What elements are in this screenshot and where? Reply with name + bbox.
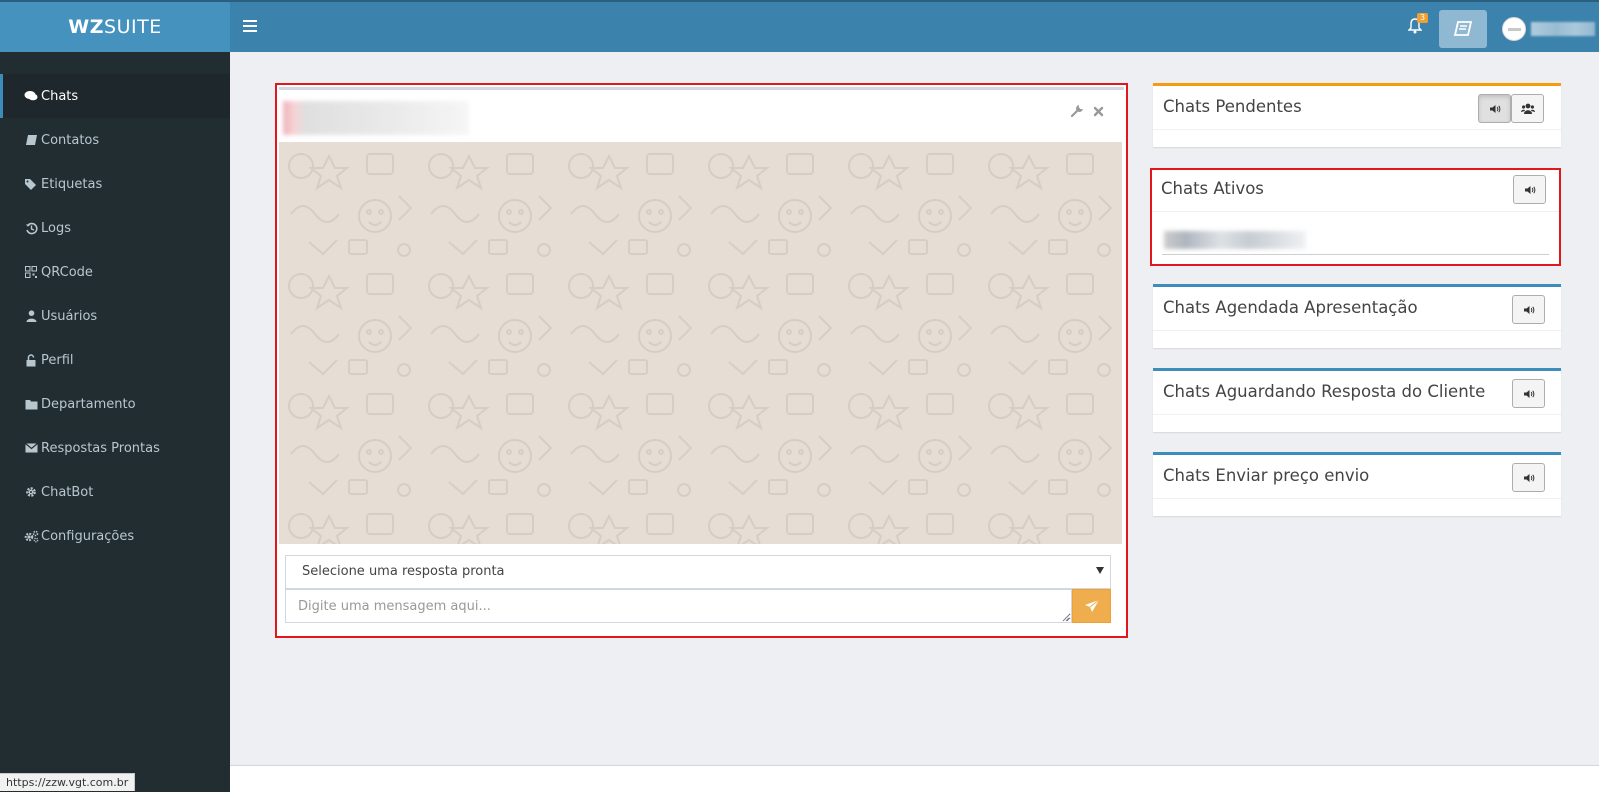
panel-chats-pendentes: Chats Pendentes [1153,83,1561,147]
book-icon [1453,21,1473,36]
panel-title: Chats Pendentes [1163,97,1302,116]
sidebar-item-label: ChatBot [41,484,94,500]
logo-bold: WZ [68,16,105,38]
sidebar-item-etiquetas[interactable]: Etiquetas [0,162,230,206]
sidebar-item-logs[interactable]: Logs [0,206,230,250]
sidebar-item-qrcode[interactable]: QRCode [0,250,230,294]
sidebar-item-label: Respostas Prontas [41,440,160,456]
sidebar-item-label: Chats [41,88,79,104]
page-footer [230,765,1599,792]
folder-icon [21,399,41,410]
quick-reply-select[interactable]: Selecione uma resposta pronta [285,555,1111,589]
menu-toggle-icon[interactable] [243,18,257,34]
active-chat-item-redacted[interactable] [1164,231,1306,249]
user-avatar[interactable] [1502,17,1526,41]
comments-icon [21,90,41,102]
chat-panel: Selecione uma resposta pronta [279,87,1124,635]
panel-title: Chats Enviar preço envio [1163,466,1370,485]
panel-divider [1152,211,1559,212]
sidebar: Chats Contatos Etiquetas Logs QRCode Usu… [0,52,230,792]
envelope-icon [21,443,41,453]
paper-plane-icon [1084,599,1099,612]
gear-icon [21,486,41,498]
top-navbar: WZ SUITE 3 [0,0,1599,52]
group-toggle-button[interactable] [1511,94,1544,123]
volume-icon [1523,305,1534,314]
sound-toggle-button[interactable] [1478,94,1511,123]
wrench-icon[interactable] [1070,102,1084,121]
resize-grip-icon[interactable] [1062,614,1070,622]
book-button[interactable] [1439,10,1487,48]
panel-divider [1153,330,1561,331]
sidebar-item-label: QRCode [41,264,93,280]
browser-status-url: https://zzw.vgt.com.br [0,773,136,791]
sidebar-item-label: Perfil [41,352,74,368]
qrcode-icon [21,266,41,278]
panel-chats-aguardando-resposta: Chats Aguardando Resposta do Cliente [1153,368,1561,432]
chat-contact-name-redacted [283,101,469,135]
close-icon[interactable] [1093,102,1104,121]
panel-title: Chats Aguardando Resposta do Cliente [1163,382,1486,401]
sound-toggle-button[interactable] [1512,379,1545,408]
chat-window: Selecione uma resposta pronta [275,83,1128,638]
tags-icon [21,178,41,190]
users-icon [1520,103,1535,114]
sidebar-item-label: Configurações [41,528,135,544]
app-logo[interactable]: WZ SUITE [0,2,230,52]
sidebar-item-label: Logs [41,220,71,236]
history-icon [21,222,41,235]
sidebar-item-chatbot[interactable]: ChatBot [0,470,230,514]
sidebar-item-usuarios[interactable]: Usuários [0,294,230,338]
unlock-icon [21,353,41,367]
book-icon [21,134,41,146]
sound-toggle-button[interactable] [1513,175,1546,204]
chat-composer: Selecione uma resposta pronta [279,544,1122,635]
volume-icon [1523,473,1534,482]
chat-messages-area [279,142,1122,544]
panel-chats-enviar-preco-envio: Chats Enviar preço envio [1153,452,1561,516]
sidebar-item-departamento[interactable]: Departamento [0,382,230,426]
sound-toggle-button[interactable] [1512,463,1545,492]
sidebar-item-label: Contatos [41,132,100,148]
sidebar-item-chats[interactable]: Chats [0,74,230,118]
send-button[interactable] [1072,589,1111,623]
sidebar-item-label: Etiquetas [41,176,103,192]
sidebar-item-configuracoes[interactable]: Configurações [0,514,230,558]
active-chat-underline [1162,254,1549,255]
volume-icon [1489,104,1500,113]
panel-title: Chats Ativos [1161,179,1264,198]
sidebar-item-label: Usuários [41,308,98,324]
gears-icon [21,530,41,543]
sidebar-item-label: Departamento [41,396,136,412]
volume-icon [1523,389,1534,398]
notification-badge: 3 [1417,13,1429,23]
panel-divider [1153,129,1561,130]
caret-down-icon [1096,567,1104,574]
panel-divider [1153,498,1561,499]
chat-wallpaper-pattern [279,142,1122,544]
panel-chats-agendada-apresentacao: Chats Agendada Apresentação [1153,284,1561,348]
volume-icon [1524,185,1535,194]
panel-divider [1153,414,1561,415]
sound-toggle-button[interactable] [1512,295,1545,324]
panel-chats-ativos: Chats Ativos [1150,168,1561,266]
sidebar-item-respostas-prontas[interactable]: Respostas Prontas [0,426,230,470]
sidebar-item-contatos[interactable]: Contatos [0,118,230,162]
quick-reply-selected: Selecione uma resposta pronta [302,564,505,579]
user-icon [21,310,41,322]
logo-rest: SUITE [104,16,162,38]
user-name-redacted[interactable] [1531,22,1595,36]
sidebar-item-perfil[interactable]: Perfil [0,338,230,382]
message-input[interactable] [285,589,1072,623]
panel-title: Chats Agendada Apresentação [1163,298,1418,317]
